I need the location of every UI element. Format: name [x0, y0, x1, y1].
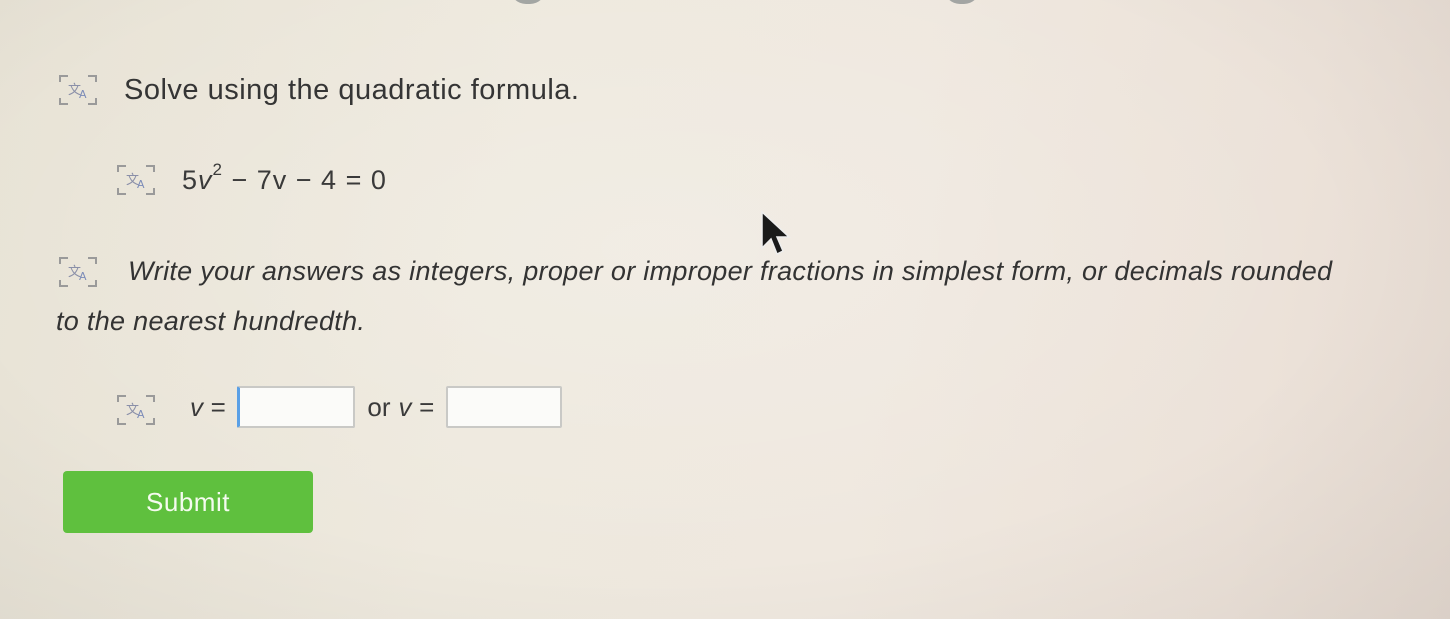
submit-button[interactable]: Submit — [63, 471, 313, 533]
answer-input-1[interactable] — [237, 386, 356, 428]
equation-rest: − 7v − 4 = 0 — [223, 165, 387, 195]
answer-input-2[interactable] — [445, 386, 562, 428]
answer-directions: Write your answers as integers, proper o… — [56, 256, 1333, 336]
step-dot-icon — [944, 0, 980, 4]
answer-row: v = or v = — [190, 384, 574, 430]
step-dot-icon — [510, 0, 546, 4]
mouse-pointer-icon — [761, 210, 791, 256]
equation-exponent: 2 — [212, 160, 223, 179]
answer-label-1: v = — [190, 391, 226, 422]
answer-label-2: v = — [398, 391, 434, 422]
translate-icon[interactable] — [54, 70, 102, 110]
translate-icon[interactable] — [112, 390, 160, 430]
or-label: or — [367, 391, 391, 422]
progress-strip — [0, 0, 1450, 8]
equation-coefficient: 5 — [182, 165, 199, 195]
equation-variable: v — [198, 165, 213, 195]
translate-icon[interactable] — [112, 160, 160, 200]
quadratic-equation: 5v2 − 7v − 4 = 0 — [182, 160, 387, 196]
question-instruction: Solve using the quadratic formula. — [124, 74, 580, 106]
